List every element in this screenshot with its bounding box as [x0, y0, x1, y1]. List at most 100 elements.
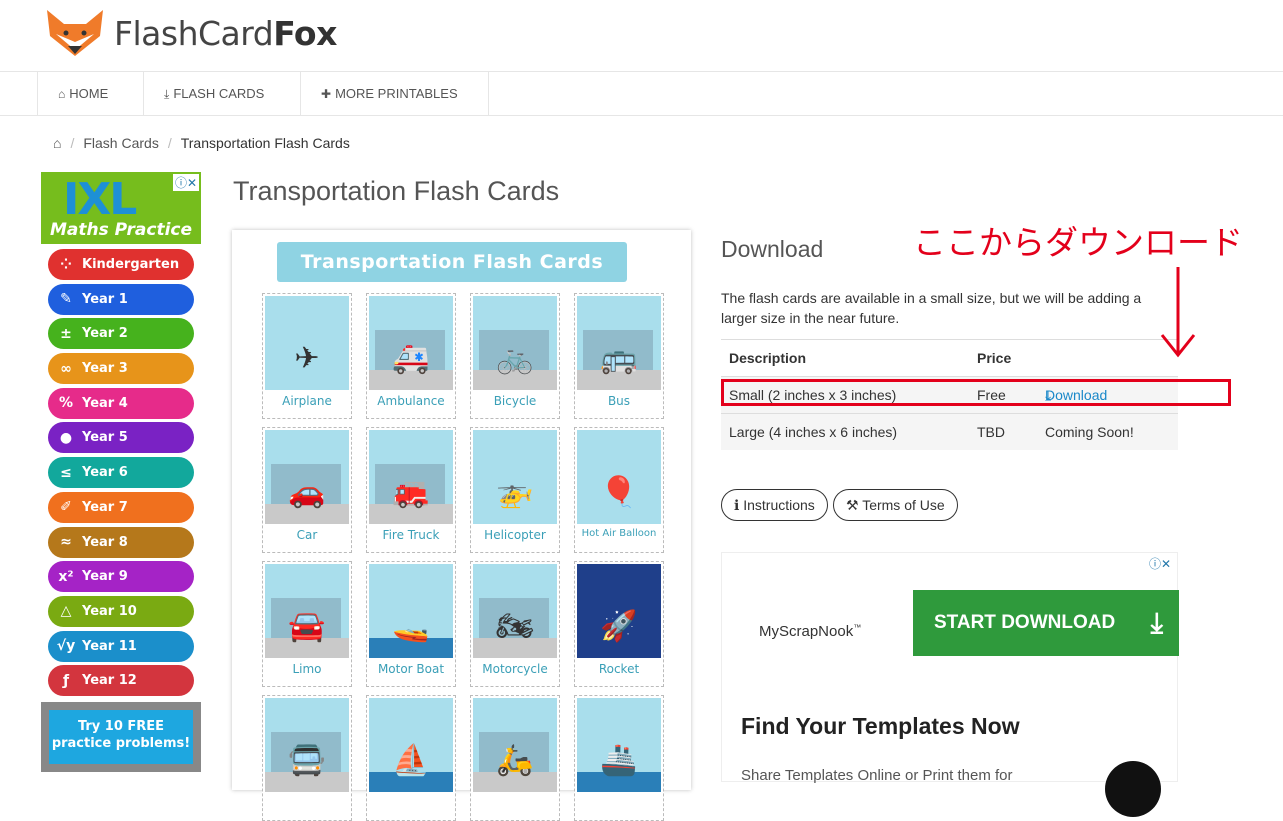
flash-card: 🚍 — [262, 695, 352, 821]
ixl-year-button[interactable]: ● Year 5 — [48, 422, 194, 454]
math-symbol-icon: x² — [58, 568, 74, 585]
vehicle-icon: 🛵 — [496, 744, 534, 777]
vehicle-icon: ⛵ — [392, 744, 430, 777]
flash-card-sheet[interactable]: Transportation Flash Cards ✈ Airplane 🚑 Amb… — [232, 230, 691, 821]
ixl-logo: IXL — [63, 174, 137, 225]
ixl-cta-area: Try 10 FREE practice problems! — [41, 702, 201, 772]
ixl-year-button[interactable]: ≤ Year 6 — [48, 457, 194, 489]
card-illustration: 🚒 — [369, 430, 453, 524]
card-label: Motor Boat — [377, 662, 445, 676]
download-icon: ⤓ — [164, 87, 170, 101]
ad-headline: Find Your Templates Now — [741, 713, 1020, 739]
ixl-year-button[interactable]: ✐ Year 7 — [48, 491, 194, 523]
ixl-year-button[interactable]: ƒ Year 12 — [48, 665, 194, 697]
vehicle-icon: 🚁 — [496, 476, 534, 509]
ixl-year-button[interactable]: √y Year 11 — [48, 630, 194, 662]
flash-card: 🚒 Fire Truck — [366, 427, 456, 553]
ixl-ad[interactable]: IXL Maths Practice ⓘ✕ ⁘ Kindergarten ✎ Year… — [41, 172, 201, 772]
math-symbol-icon: ● — [59, 429, 73, 446]
plus-icon: ✚ — [321, 87, 332, 101]
ixl-year-button[interactable]: ✎ Year 1 — [48, 283, 194, 315]
vehicle-icon: 🚘 — [288, 610, 326, 643]
ixl-year-button[interactable]: ∞ Year 3 — [48, 353, 194, 385]
info-icon: ℹ — [734, 497, 744, 513]
flash-card: 🎈 Hot Air Balloon — [574, 427, 664, 553]
instructions-button[interactable]: ℹ Instructions — [721, 489, 828, 521]
card-label: Ambulance — [377, 394, 445, 408]
flash-card: 🏍 Motorcycle — [470, 561, 560, 687]
card-label: Hot Air Balloon — [581, 528, 657, 539]
math-symbol-icon: ∞ — [60, 360, 72, 377]
card-illustration: 🚗 — [265, 430, 349, 524]
card-label: Motorcycle — [482, 662, 548, 676]
math-symbol-icon: ≤ — [60, 464, 72, 481]
arrow-down-icon — [1160, 267, 1196, 358]
card-label: Bus — [607, 394, 631, 408]
nav-flash-cards[interactable]: ⤓ FLASH CARDS — [143, 72, 301, 115]
flash-card: ⛵ — [366, 695, 456, 821]
ad-info-icon[interactable]: ⓘ✕ — [1146, 555, 1173, 572]
gavel-icon: ⚒ — [846, 497, 863, 513]
card-illustration: 🚑 — [369, 296, 453, 390]
flash-card: 🚘 Limo — [262, 561, 352, 687]
site-logo[interactable]: FlashCardFox — [42, 6, 337, 60]
math-symbol-icon: ⁘ — [60, 256, 72, 273]
page-title: Transportation Flash Cards — [233, 176, 560, 206]
ad-brand: MyScrapNook™ — [759, 623, 862, 640]
card-illustration: 🚀 — [577, 564, 661, 658]
myscrapnook-ad[interactable]: ⓘ✕ MyScrapNook™ START DOWNLOAD ⤓ Find You… — [721, 552, 1179, 817]
ixl-subtitle: Maths Practice — [49, 220, 193, 240]
start-download-button[interactable]: START DOWNLOAD ⤓ — [913, 590, 1179, 656]
flash-card: 🚌 Bus — [574, 293, 664, 419]
math-symbol-icon: ± — [60, 325, 72, 342]
flash-card: 🛵 — [470, 695, 560, 821]
vehicle-icon: 🚀 — [600, 610, 638, 643]
flash-card: 🚤 Motor Boat — [366, 561, 456, 687]
site-header: FlashCardFox — [0, 0, 1283, 72]
vehicle-icon: 🚌 — [600, 342, 638, 375]
fox-icon — [47, 10, 103, 56]
ixl-year-button[interactable]: ⁘ Kindergarten — [48, 249, 194, 280]
nav-home[interactable]: ⌂ HOME — [37, 72, 144, 115]
math-symbol-icon: ✎ — [60, 291, 72, 308]
ixl-banner: IXL Maths Practice ⓘ✕ — [41, 172, 201, 244]
ixl-year-button[interactable]: x² Year 9 — [48, 561, 194, 593]
math-symbol-icon: ≈ — [60, 534, 72, 550]
flash-card: 🚑 Ambulance — [366, 293, 456, 419]
highlight-box — [721, 379, 1231, 406]
terms-button[interactable]: ⚒ Terms of Use — [833, 489, 958, 521]
math-symbol-icon: √y — [56, 638, 76, 655]
breadcrumb-current: Transportation Flash Cards — [180, 135, 350, 151]
ad-info-icon[interactable]: ⓘ✕ — [172, 174, 199, 191]
card-illustration: 🚘 — [265, 564, 349, 658]
sheet-banner: Transportation Flash Cards — [263, 242, 641, 282]
try-free-button[interactable]: Try 10 FREE practice problems! — [49, 710, 193, 764]
ixl-year-button[interactable]: % Year 4 — [48, 387, 194, 419]
logo-text: FlashCardFox — [114, 13, 337, 53]
nav-more-printables[interactable]: ✚ MORE PRINTABLES — [300, 72, 489, 115]
download-heading: Download — [721, 236, 824, 262]
card-illustration: 🚁 — [473, 430, 557, 524]
card-label: Limo — [292, 662, 322, 676]
ad-round-button[interactable] — [1105, 761, 1161, 817]
math-symbol-icon: ✐ — [60, 499, 72, 516]
home-icon[interactable]: ⌂ — [53, 135, 61, 151]
card-illustration: 🚲 — [473, 296, 557, 390]
flash-card: 🚀 Rocket — [574, 561, 664, 687]
ixl-year-button[interactable]: △ Year 10 — [48, 595, 194, 627]
main-nav: ⌂ HOME ⤓ FLASH CARDS ✚ MORE PRINTABLES — [0, 72, 1283, 116]
card-illustration: 🏍 — [473, 564, 557, 658]
card-illustration: 🚌 — [577, 296, 661, 390]
vehicle-icon: 🚒 — [392, 476, 430, 509]
ad-body: Share Templates Online or Print them for — [741, 767, 1013, 784]
download-description: The flash cards are available in a small… — [721, 290, 1142, 326]
home-icon: ⌂ — [58, 87, 66, 101]
card-illustration: ✈ — [265, 296, 349, 390]
ixl-year-button[interactable]: ± Year 2 — [48, 318, 194, 350]
card-label: Bicycle — [493, 394, 537, 408]
vehicle-icon: 🚤 — [392, 610, 430, 643]
card-label: Fire Truck — [382, 528, 440, 542]
flash-card: 🚢 — [574, 695, 664, 821]
breadcrumb-flash-cards[interactable]: Flash Cards — [83, 135, 158, 151]
ixl-year-button[interactable]: ≈ Year 8 — [48, 526, 194, 558]
